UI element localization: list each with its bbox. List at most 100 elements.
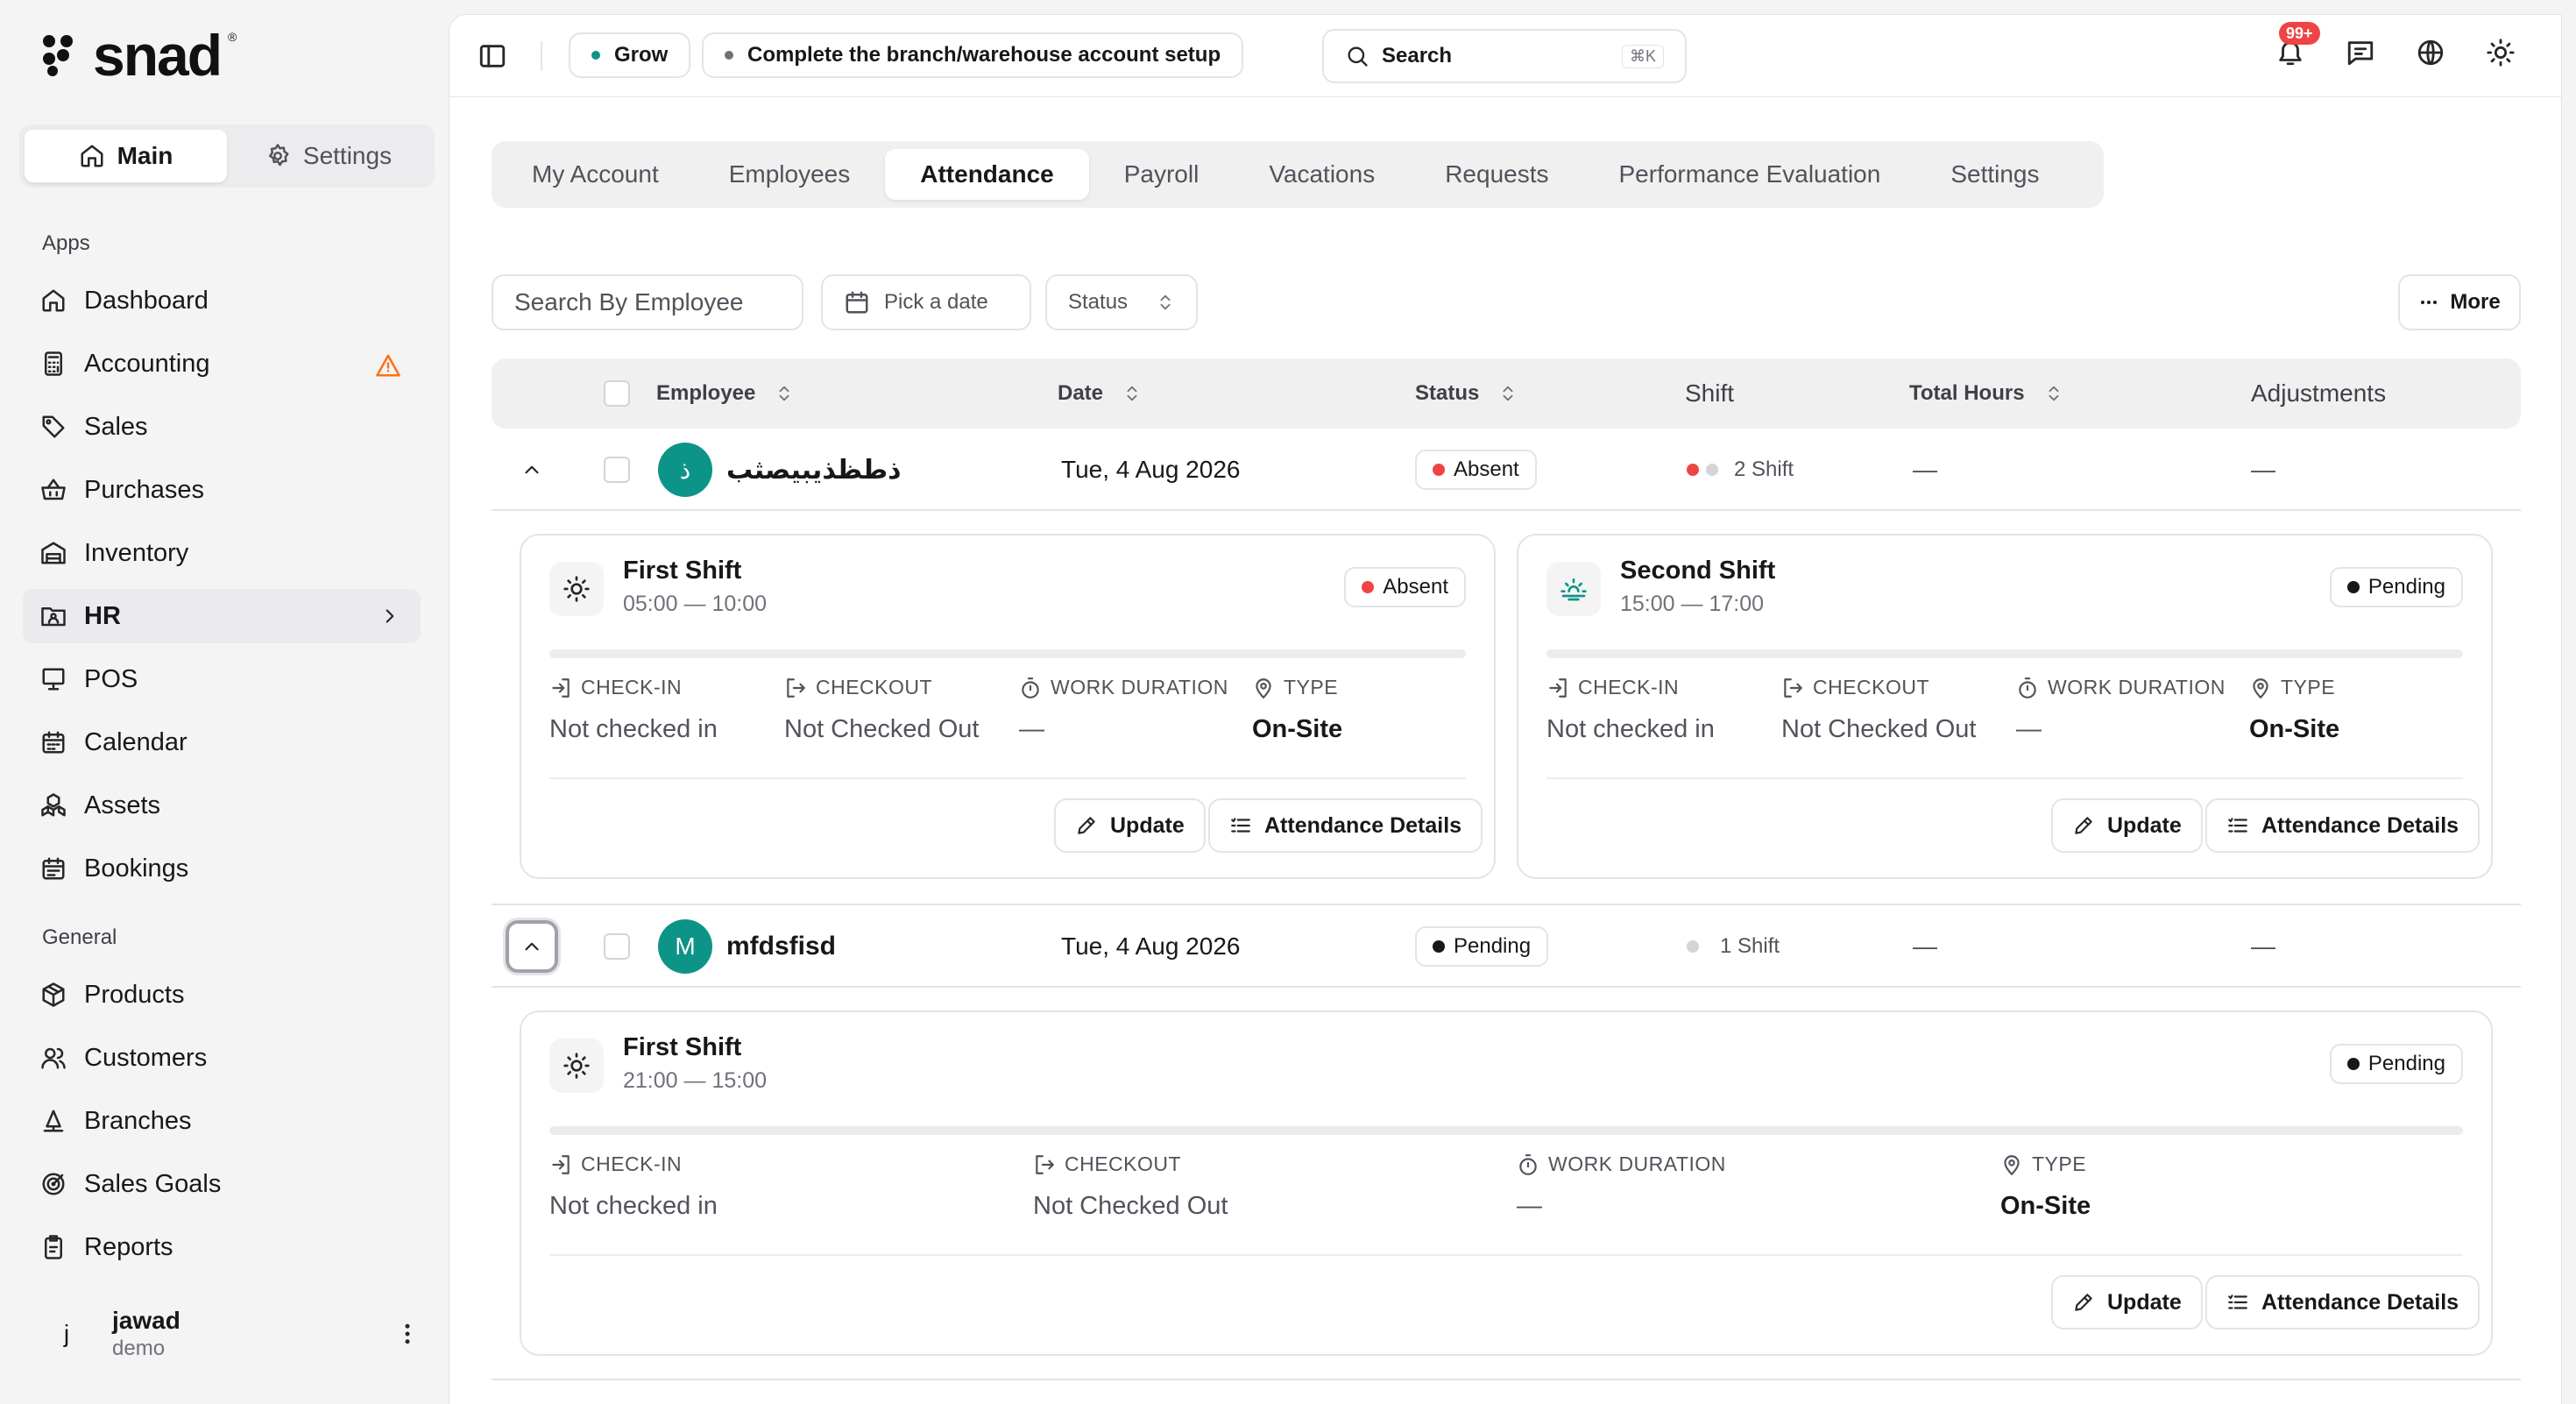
sidebar-item-dashboard[interactable]: Dashboard xyxy=(23,273,421,328)
user-menu[interactable]: j jawad demo xyxy=(40,1301,426,1367)
row-expand-toggle[interactable] xyxy=(506,429,558,511)
mode-tab-main[interactable]: Main xyxy=(25,130,227,182)
global-search[interactable]: Search ⌘K xyxy=(1322,29,1687,83)
metric-label: CHECK-IN xyxy=(581,1152,683,1175)
sidebar-item-bookings[interactable]: Bookings xyxy=(23,841,421,896)
status-dot xyxy=(1433,464,1445,476)
sidebar-toggle-icon[interactable] xyxy=(478,41,507,71)
employee-name[interactable]: mfdsfisd xyxy=(726,932,836,961)
employee-search-input[interactable]: Search By Employee xyxy=(492,274,803,330)
update-button[interactable]: Update xyxy=(2051,1275,2203,1330)
select-all-checkbox[interactable] xyxy=(604,358,630,429)
checkbox[interactable] xyxy=(604,380,630,407)
tab-employees[interactable]: Employees xyxy=(694,149,886,200)
col-status[interactable]: Status xyxy=(1415,358,1518,429)
employee-name[interactable]: ذطظذيبيصثب xyxy=(726,455,902,486)
sidebar-item-calendar[interactable]: Calendar xyxy=(23,715,421,769)
attendance-details-button[interactable]: Attendance Details xyxy=(2205,798,2480,853)
avatar: ذ xyxy=(658,443,712,497)
table-row[interactable]: ذ ذطظذيبيصثب Tue, 4 Aug 2026 Absent 2 Sh… xyxy=(492,429,2521,511)
sidebar-item-inventory[interactable]: Inventory xyxy=(23,526,421,580)
status-dot xyxy=(1362,581,1375,593)
metric-label: WORK DURATION xyxy=(1548,1152,1726,1175)
duration-value: — xyxy=(1517,1192,1542,1220)
tab-attendance[interactable]: Attendance xyxy=(885,149,1089,200)
status-cell: Pending xyxy=(1415,905,1549,988)
attendance-details-button[interactable]: Attendance Details xyxy=(2205,1275,2480,1330)
package-icon xyxy=(42,982,65,1007)
message-icon[interactable] xyxy=(2346,38,2375,67)
shift-dot xyxy=(1687,940,1699,953)
sidebar-item-sales[interactable]: Sales xyxy=(23,400,421,454)
divider xyxy=(549,1254,2463,1256)
sidebar-item-hr[interactable]: HR xyxy=(23,589,421,643)
metric-label: CHECKOUT xyxy=(816,676,933,698)
mode-tab-settings[interactable]: Settings xyxy=(227,130,429,182)
status-label: Pending xyxy=(1454,934,1532,958)
table-row[interactable]: M mfdsfisd Tue, 4 Aug 2026 Pending 1 Shi… xyxy=(492,905,2521,988)
setup-task-button[interactable]: Complete the branch/warehouse account se… xyxy=(702,32,1244,78)
calculator-icon xyxy=(45,351,62,376)
update-label: Update xyxy=(2107,1289,2182,1315)
shift-progress-bar xyxy=(1546,649,2463,658)
shift-title: First Shift xyxy=(623,557,742,585)
sidebar-item-customers[interactable]: Customers xyxy=(23,1031,421,1085)
collapse-button[interactable] xyxy=(506,443,558,496)
status-filter[interactable]: Status xyxy=(1045,274,1198,330)
timer-icon xyxy=(1519,1153,1537,1175)
row-checkbox[interactable] xyxy=(604,429,630,511)
checkin-metric: CHECK-IN Not checked in xyxy=(549,1152,718,1221)
sun-icon[interactable] xyxy=(2486,38,2516,67)
col-total-hours[interactable]: Total Hours xyxy=(1909,358,2063,429)
tab-performance-evaluation[interactable]: Performance Evaluation xyxy=(1584,149,1916,200)
tab-my-account[interactable]: My Account xyxy=(497,149,694,200)
sort-icon xyxy=(1127,386,1137,401)
sidebar-item-assets[interactable]: Assets xyxy=(23,778,421,833)
tab-requests[interactable]: Requests xyxy=(1410,149,1583,200)
sidebar-item-purchases[interactable]: Purchases xyxy=(23,463,421,517)
row-expand-toggle[interactable] xyxy=(506,905,558,988)
snad-logo[interactable]: snad ® xyxy=(40,26,237,84)
update-button[interactable]: Update xyxy=(2051,798,2203,853)
update-button[interactable]: Update xyxy=(1054,798,1206,853)
logo-mark-icon xyxy=(43,35,73,76)
logo-text: snad xyxy=(93,23,223,88)
col-date[interactable]: Date xyxy=(1058,358,1142,429)
col-employee[interactable]: Employee xyxy=(656,358,794,429)
boxes-icon xyxy=(41,793,66,817)
attendance-details-button[interactable]: Attendance Details xyxy=(1208,798,1483,853)
sidebar-item-reports[interactable]: Reports xyxy=(23,1220,421,1274)
collapse-button[interactable] xyxy=(506,920,558,973)
sidebar-item-pos[interactable]: POS xyxy=(23,652,421,706)
users-icon xyxy=(41,1047,66,1069)
checkbox[interactable] xyxy=(604,933,630,960)
logout-icon xyxy=(787,677,805,698)
tab-payroll[interactable]: Payroll xyxy=(1089,149,1235,200)
more-button[interactable]: More xyxy=(2398,274,2521,330)
sidebar-mode-switch: Main Settings xyxy=(19,124,435,188)
col-status-label: Status xyxy=(1415,381,1480,405)
sidebar-item-label: Bookings xyxy=(84,854,189,883)
sidebar-item-accounting[interactable]: Accounting xyxy=(23,337,421,391)
home-icon xyxy=(42,289,65,312)
calendar-check-icon xyxy=(42,857,65,880)
shift-progress-bar xyxy=(549,649,1466,658)
sidebar-item-products[interactable]: Products xyxy=(23,968,421,1022)
tab-vacations[interactable]: Vacations xyxy=(1234,149,1410,200)
tab-settings[interactable]: Settings xyxy=(1915,149,2074,200)
globe-icon[interactable] xyxy=(2416,38,2445,67)
details-label: Attendance Details xyxy=(2261,1289,2459,1315)
sidebar-item-label: Accounting xyxy=(84,349,210,378)
user-name: jawad xyxy=(112,1307,180,1334)
sidebar-item-branches[interactable]: Branches xyxy=(23,1094,421,1148)
more-vertical-icon[interactable] xyxy=(394,1321,421,1347)
grow-button[interactable]: Grow xyxy=(569,32,691,78)
adjustments-cell: — xyxy=(2251,456,2275,483)
sidebar-item-sales-goals[interactable]: Sales Goals xyxy=(23,1157,421,1211)
checkbox[interactable] xyxy=(604,457,630,483)
date-picker[interactable]: Pick a date xyxy=(821,274,1031,330)
login-icon xyxy=(552,1154,570,1174)
type-metric: TYPE On-Site xyxy=(2249,676,2339,744)
row-checkbox[interactable] xyxy=(604,905,630,988)
timer-icon xyxy=(1022,677,1039,698)
